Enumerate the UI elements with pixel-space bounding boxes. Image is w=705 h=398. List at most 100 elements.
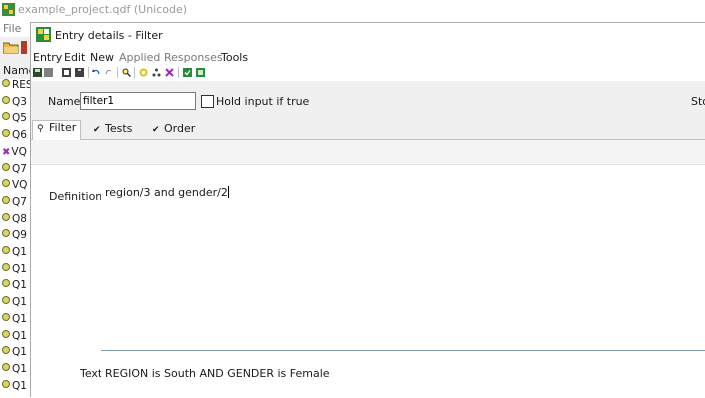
- toolbar-separator: [134, 67, 135, 78]
- list-item[interactable]: Q1: [2, 329, 30, 346]
- tab-tests[interactable]: ✔ Tests: [89, 122, 137, 139]
- list-item[interactable]: Q1: [2, 262, 30, 279]
- filter-tab-icon: ⚲: [37, 124, 44, 134]
- name-label: Name: [48, 95, 81, 108]
- list-item-label: Q5: [12, 112, 27, 125]
- definition-text[interactable]: region/3 and gender/2: [105, 186, 229, 199]
- list-item[interactable]: Q1: [2, 362, 30, 379]
- redo-icon[interactable]: [104, 68, 113, 77]
- menu-entry[interactable]: Entry: [33, 51, 62, 64]
- accept-icon[interactable]: [183, 68, 192, 77]
- list-item[interactable]: Q1: [2, 246, 30, 262]
- list-item-label: Q1: [12, 296, 27, 309]
- list-item[interactable]: Q7: [2, 195, 30, 212]
- list-item-label: Q1: [12, 246, 27, 258]
- menu-edit[interactable]: Edit: [64, 51, 85, 64]
- undo-icon[interactable]: [92, 68, 101, 77]
- list-item[interactable]: Q9: [2, 229, 30, 245]
- question-icon: [2, 362, 10, 371]
- list-item[interactable]: Q8: [2, 212, 30, 229]
- main-window-title: example_project.qdf (Unicode): [18, 3, 188, 16]
- list-item[interactable]: VQ: [2, 179, 30, 195]
- question-icon: [2, 179, 10, 188]
- list-item-label: Q1: [12, 379, 27, 392]
- export-icon[interactable]: [196, 68, 205, 77]
- main-toolbar: [0, 37, 30, 59]
- list-item[interactable]: Q7: [2, 162, 30, 179]
- save-icon[interactable]: [33, 68, 42, 77]
- question-icon: [2, 329, 10, 338]
- main-menu-file[interactable]: File: [3, 22, 21, 35]
- delete-icon[interactable]: [165, 68, 174, 77]
- text-value: REGION is South AND GENDER is Female: [105, 367, 330, 380]
- filter-app-icon: [36, 27, 51, 42]
- list-item[interactable]: Q1: [2, 312, 30, 329]
- definition-label: Definition: [49, 190, 103, 203]
- excluded-icon: ✖: [2, 146, 11, 158]
- list-item-label: VQ: [12, 179, 28, 192]
- question-icon: [2, 246, 10, 254]
- dialog-menu-bar: Entry Edit New Applied Responses Tools: [31, 48, 705, 66]
- list-item-label: Q1: [12, 279, 27, 292]
- list-item[interactable]: Q3: [2, 95, 30, 112]
- list-item-label: Q1: [12, 262, 27, 275]
- question-icon: [2, 279, 10, 288]
- question-icon: [2, 79, 10, 87]
- stop-label[interactable]: Stop: [691, 95, 705, 108]
- question-icon: [2, 312, 10, 321]
- list-item-label: Q3: [12, 95, 27, 108]
- hold-input-checkbox[interactable]: [201, 95, 214, 108]
- list-item[interactable]: ✖VQ: [2, 146, 30, 162]
- dialog-title: Entry details - Filter: [55, 29, 163, 42]
- list-item-label: VQ: [11, 145, 27, 158]
- question-icon: [2, 379, 10, 388]
- tab-tests-label: Tests: [105, 122, 133, 135]
- definition-editor[interactable]: region/3 and gender/2: [101, 180, 705, 350]
- toolbar-separator: [178, 67, 179, 78]
- tree-icon[interactable]: [152, 68, 161, 77]
- list-item[interactable]: Q1: [2, 296, 30, 312]
- list-item[interactable]: Q1: [2, 379, 30, 396]
- list-item-label: Q1: [12, 362, 27, 375]
- question-icon: [2, 162, 10, 171]
- tab-order[interactable]: ✔ Order: [148, 122, 200, 139]
- text-output[interactable]: REGION is South AND GENDER is Female: [101, 354, 705, 398]
- tab-strip: ⚲ Filter ✔ Tests ✔ Order: [31, 120, 705, 140]
- question-list: RESPQ3Q5Q6✖VQQ7VQQ7Q8Q9Q1Q1Q1Q1Q1Q1Q1Q1Q…: [0, 79, 31, 396]
- question-icon: [2, 112, 10, 121]
- list-item-label: Q6: [12, 129, 27, 142]
- menu-applied[interactable]: Applied: [119, 51, 160, 64]
- list-item[interactable]: Q5: [2, 112, 30, 128]
- open-folder-icon[interactable]: [3, 41, 19, 54]
- list-item[interactable]: Q1: [2, 279, 30, 295]
- list-header[interactable]: Name: [0, 62, 35, 78]
- hold-input-label[interactable]: Hold input if true: [216, 95, 309, 108]
- menu-responses[interactable]: Responses: [164, 51, 223, 64]
- toolbar-separator: [88, 67, 89, 78]
- main-title-bar: example_project.qdf (Unicode): [0, 0, 705, 20]
- list-item[interactable]: Q6: [2, 129, 30, 145]
- save-icon[interactable]: [21, 41, 27, 54]
- name-input[interactable]: [80, 92, 196, 110]
- copy-icon[interactable]: [62, 68, 71, 77]
- menu-tools[interactable]: Tools: [221, 51, 248, 64]
- checkmark-icon: ✔: [93, 125, 101, 135]
- list-item-label: Q1: [12, 346, 27, 359]
- paste-icon[interactable]: [75, 68, 84, 77]
- question-icon: [2, 212, 10, 221]
- menu-new[interactable]: New: [90, 51, 114, 64]
- dialog-toolbar: [31, 66, 705, 81]
- stop-icon[interactable]: [44, 68, 53, 77]
- list-item-label: Q7: [12, 162, 27, 175]
- list-item[interactable]: Q1: [2, 346, 30, 362]
- check-icon[interactable]: [139, 68, 148, 77]
- list-item-label: RESP: [12, 79, 30, 91]
- question-icon: [2, 262, 10, 271]
- question-icon: [2, 346, 10, 355]
- dialog-body: Name Hold input if true Stop ⚲ Filter ✔ Te…: [31, 81, 705, 398]
- list-item[interactable]: RESP: [2, 79, 30, 95]
- find-icon[interactable]: [122, 68, 131, 77]
- tab-filter[interactable]: ⚲ Filter: [32, 120, 82, 140]
- pane-divider[interactable]: [101, 350, 705, 351]
- app-icon: [2, 3, 15, 16]
